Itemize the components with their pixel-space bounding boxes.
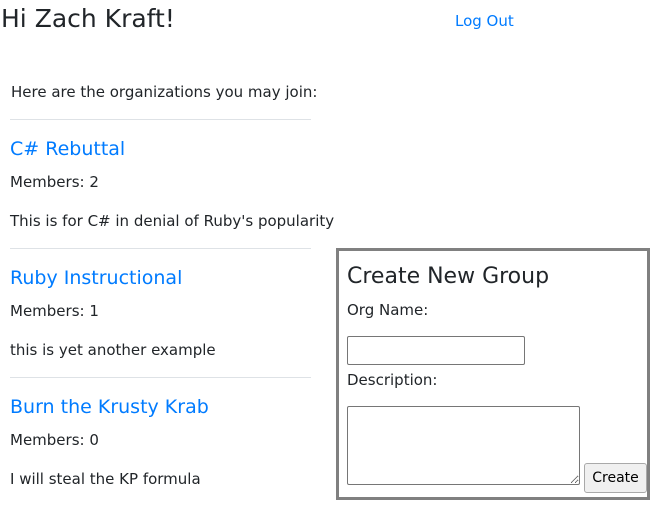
description-textarea[interactable] bbox=[347, 406, 580, 485]
organization-description: I will steal the KP formula bbox=[10, 470, 201, 488]
create-group-form: Create New Group Org Name: Description: … bbox=[336, 248, 650, 500]
organization-name-link[interactable]: C# Rebuttal bbox=[10, 136, 125, 162]
organization-name-link[interactable]: Burn the Krusty Krab bbox=[10, 394, 209, 420]
organization-members-count: Members: 2 bbox=[10, 173, 99, 191]
intro-text: Here are the organizations you may join: bbox=[11, 83, 318, 101]
organization-item: Ruby Instructional Members: 1 this is ye… bbox=[10, 248, 311, 377]
logout-link[interactable]: Log Out bbox=[455, 11, 514, 31]
greeting-heading: Hi Zach Kraft! bbox=[1, 4, 175, 33]
organization-name-link[interactable]: Ruby Instructional bbox=[10, 265, 182, 291]
organization-description: this is yet another example bbox=[10, 341, 216, 359]
organization-members-count: Members: 0 bbox=[10, 431, 99, 449]
page: Hi Zach Kraft! Log Out Here are the orga… bbox=[0, 0, 670, 517]
org-name-input[interactable] bbox=[347, 336, 525, 365]
org-name-label: Org Name: bbox=[347, 301, 429, 319]
organization-item: Burn the Krusty Krab Members: 0 I will s… bbox=[10, 377, 311, 506]
create-button[interactable]: Create bbox=[584, 463, 647, 493]
organization-item: C# Rebuttal Members: 2 This is for C# in… bbox=[10, 119, 334, 248]
organization-description: This is for C# in denial of Ruby's popul… bbox=[10, 212, 335, 230]
description-label: Description: bbox=[347, 371, 438, 389]
organization-members-count: Members: 1 bbox=[10, 302, 99, 320]
organization-list: C# Rebuttal Members: 2 This is for C# in… bbox=[10, 119, 334, 506]
create-group-title: Create New Group bbox=[347, 264, 550, 289]
